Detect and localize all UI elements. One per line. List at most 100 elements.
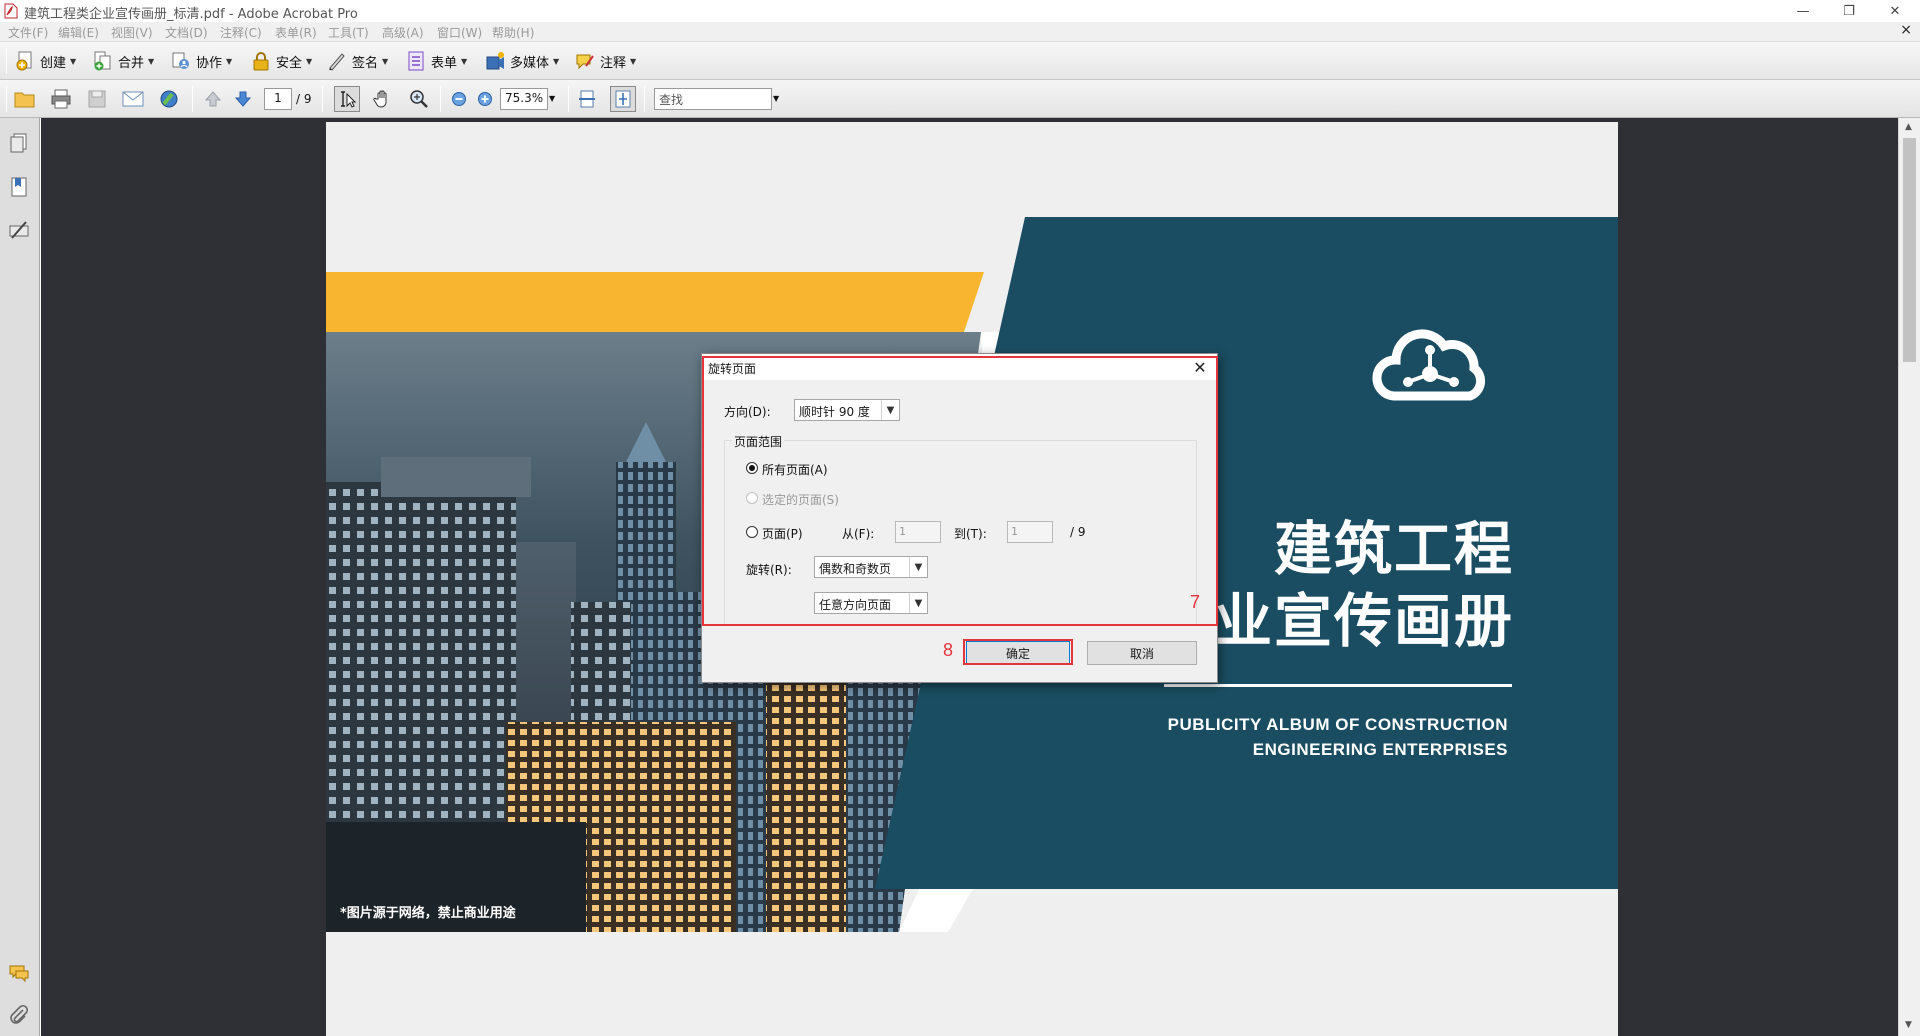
forms-label: 表单 (431, 55, 458, 71)
menu-forms[interactable]: 表单(R) (275, 24, 317, 41)
bookmarks-panel-button[interactable] (8, 176, 30, 201)
zoom-magnifier-icon (410, 90, 428, 108)
zoom-level-input[interactable]: 75.3% (500, 88, 548, 110)
toolbar-grip (6, 86, 7, 112)
menu-window[interactable]: 窗口(W) (437, 24, 482, 41)
combine-button[interactable]: 合并 ▼ (92, 49, 154, 73)
tasks-toolbar: 创建 ▼ 合并 ▼ 协作 ▼ 安全 ▼ 签名 ▼ 表单 ▼ 多媒体 ▼ 注释 ▼ (0, 42, 1920, 80)
signature-pen-icon (9, 221, 29, 239)
zoom-in-button[interactable] (474, 88, 496, 110)
arrow-down-icon (234, 91, 252, 107)
multimedia-label: 多媒体 (510, 55, 550, 71)
scroll-down-icon[interactable]: ▼ (1905, 1020, 1912, 1030)
fit-page-button[interactable] (610, 86, 636, 112)
find-input[interactable]: 查找 (654, 88, 772, 110)
security-button[interactable]: 安全 ▼ (250, 49, 312, 73)
comment-button[interactable]: 注释 ▼ (574, 49, 636, 73)
page-total: / 9 (296, 92, 312, 106)
combine-files-icon (94, 51, 111, 71)
step-7-label: 7 (1190, 592, 1201, 612)
fit-width-icon (579, 90, 595, 108)
forms-button[interactable]: 表单 ▼ (405, 49, 467, 73)
menu-file[interactable]: 文件(F) (8, 24, 48, 41)
pages-panel-button[interactable] (8, 132, 30, 157)
close-window-button[interactable]: ✕ (1872, 0, 1918, 22)
navigation-panel (0, 118, 40, 1036)
zoom-out-icon (452, 92, 466, 106)
lock-icon (253, 52, 269, 71)
toolbar-separator (322, 86, 323, 112)
fit-page-icon (615, 90, 631, 108)
text-select-cursor-icon (341, 91, 357, 108)
pages-icon (10, 133, 27, 153)
photo-caption: *图片源于网络，禁止商业用途 (340, 906, 516, 921)
toolbar-separator (568, 86, 569, 112)
share-button[interactable] (158, 88, 180, 110)
restore-button[interactable]: ❐ (1826, 0, 1872, 22)
chevron-down-icon: ▼ (148, 56, 155, 66)
chevron-down-icon: ▼ (306, 56, 313, 66)
security-label: 安全 (276, 55, 303, 71)
next-page-button[interactable] (232, 88, 254, 110)
previous-page-button[interactable] (202, 88, 224, 110)
signatures-panel-button[interactable] (8, 218, 30, 243)
collaborate-icon (172, 52, 189, 69)
toolbar-separator (440, 86, 441, 112)
menu-advanced[interactable]: 高级(A) (382, 24, 424, 41)
hand-icon (373, 90, 387, 108)
chevron-down-icon: ▼ (461, 56, 468, 66)
email-button[interactable] (122, 88, 144, 110)
comment-label: 注释 (600, 55, 627, 71)
vertical-scrollbar[interactable]: ▲ ▼ (1898, 118, 1920, 1036)
save-disk-icon (88, 90, 106, 108)
cover-subtitle-line1: PUBLICITY ALBUM OF CONSTRUCTION (1167, 715, 1508, 734)
menu-view[interactable]: 视图(V) (111, 24, 153, 41)
menu-edit[interactable]: 编辑(E) (58, 24, 99, 41)
page-number-input[interactable]: 1 (264, 88, 292, 110)
select-tool-button[interactable] (334, 86, 360, 112)
zoom-tool-button[interactable] (408, 88, 430, 110)
chevron-down-icon: ▼ (553, 56, 560, 66)
create-pdf-icon (16, 51, 32, 71)
multimedia-button[interactable]: 多媒体 ▼ (484, 49, 559, 73)
close-document-button[interactable]: × (1900, 22, 1912, 38)
print-button[interactable] (50, 88, 72, 110)
create-label: 创建 (40, 55, 67, 71)
zoom-out-button[interactable] (448, 88, 470, 110)
toolbar-grip (6, 48, 7, 74)
attachments-panel-button[interactable] (8, 1004, 30, 1029)
menu-document[interactable]: 文档(D) (165, 24, 208, 41)
collaborate-button[interactable]: 协作 ▼ (170, 49, 232, 73)
fit-width-button[interactable] (576, 88, 598, 110)
pen-sign-icon (329, 53, 345, 71)
sign-button[interactable]: 签名 ▼ (326, 49, 388, 73)
open-folder-button[interactable] (14, 88, 36, 110)
form-icon (408, 51, 424, 71)
scrollbar-thumb[interactable] (1903, 138, 1916, 362)
menu-comments[interactable]: 注释(C) (220, 24, 262, 41)
zoom-dropdown-icon[interactable]: ▼ (549, 94, 555, 103)
title-bar: 建筑工程类企业宣传画册_标清.pdf - Adobe Acrobat Pro —… (0, 0, 1920, 22)
arrow-up-icon (204, 91, 222, 107)
cover-title-line2: 业宣传画册 (1213, 587, 1514, 655)
comment-icon (576, 54, 594, 70)
sign-label: 签名 (352, 55, 379, 71)
combine-label: 合并 (118, 55, 145, 71)
hand-tool-button[interactable] (372, 88, 394, 110)
comments-panel-button[interactable] (8, 962, 30, 987)
menu-help[interactable]: 帮助(H) (492, 24, 534, 41)
cover-subtitle-line2: ENGINEERING ENTERPRISES (1252, 740, 1508, 759)
highlight-box-step7 (702, 356, 1218, 626)
chevron-down-icon: ▼ (630, 56, 637, 66)
chevron-down-icon: ▼ (70, 56, 77, 66)
toolbar-separator (644, 86, 645, 112)
menu-tools[interactable]: 工具(T) (328, 24, 369, 41)
find-dropdown-icon[interactable]: ▼ (773, 94, 779, 103)
chevron-down-icon: ▼ (226, 56, 233, 66)
create-button[interactable]: 创建 ▼ (14, 49, 76, 73)
scroll-up-icon[interactable]: ▲ (1905, 122, 1912, 132)
save-button[interactable] (86, 88, 108, 110)
minimize-button[interactable]: — (1780, 0, 1826, 22)
navigation-toolbar: 1 / 9 75.3% ▼ 查找 ▼ (0, 80, 1920, 118)
cancel-button[interactable]: 取消 (1087, 641, 1197, 665)
